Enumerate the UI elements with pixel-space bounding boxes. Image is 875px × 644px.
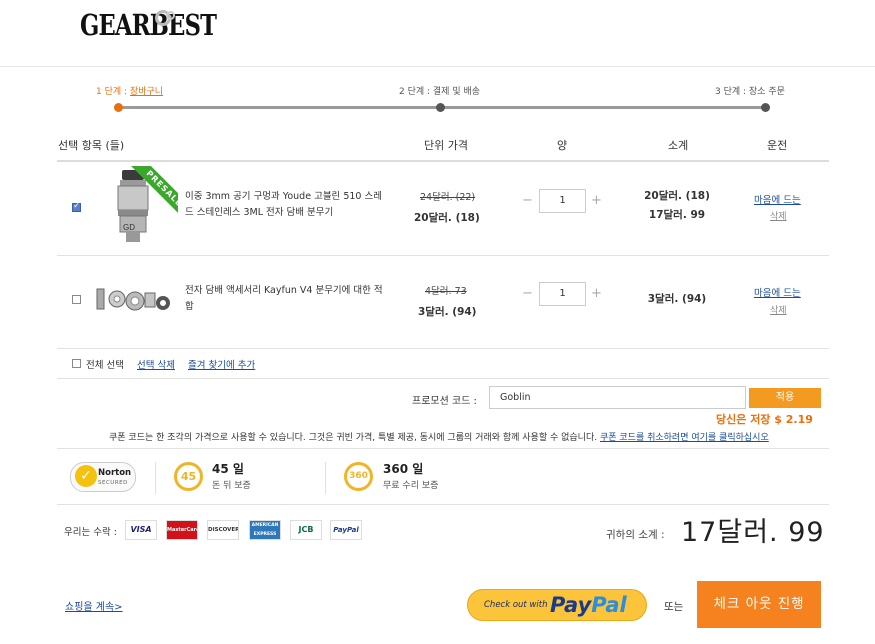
paypal-logo-pay: Pay	[550, 593, 592, 617]
paypal-logo: PayPal	[550, 593, 627, 617]
item-1-unit-price: 20달러. (18)	[414, 212, 480, 224]
item-2-name[interactable]: 전자 담배 액세서리 Kayfun V4 분무기에 대한 적합	[185, 283, 385, 315]
proceed-checkout-button[interactable]: 체크 아웃 진행	[697, 581, 821, 628]
gear-small-icon	[166, 11, 175, 20]
paypal-logo-pal: Pal	[591, 593, 627, 617]
add-to-favorites-link[interactable]: 즐겨 찾기에 추가	[188, 357, 255, 371]
header-subtotal: 소계	[668, 139, 689, 152]
item-1-delete-link[interactable]: 삭제	[770, 209, 787, 222]
select-all-checkbox[interactable]	[72, 359, 81, 368]
item-1-wishlist-link[interactable]: 마음에 드는	[754, 192, 801, 206]
bulk-divider	[57, 378, 829, 379]
checkout-steps: 1 단계 : 장바구니 2 단계 : 결제 및 배송 3 단계 : 장소 주문	[96, 84, 796, 114]
step-2: 2 단계 : 결제 및 배송	[399, 87, 481, 97]
discover-card-icon: DISCOVER	[207, 520, 239, 540]
item-2-wishlist-link[interactable]: 마음에 드는	[754, 285, 801, 299]
norton-title: Norton	[98, 468, 132, 478]
item-2-old-price: 4달러. 73	[425, 286, 467, 297]
badge-divider	[325, 462, 326, 494]
presale-badge: PRESALE	[130, 166, 178, 222]
step-1-number: 1 단계 :	[96, 87, 128, 97]
item-2-qty-plus[interactable]: +	[591, 286, 602, 301]
apply-promo-button[interactable]: 적용	[749, 388, 821, 408]
step-1-dot	[114, 103, 123, 112]
header-unit-price: 단위 가격	[424, 139, 468, 152]
norton-sub: SECURED	[98, 480, 128, 486]
step-1-label[interactable]: 장바구니	[130, 87, 163, 97]
cancel-coupon-link[interactable]: 쿠폰 코드를 취소하려면 여기를 클릭하십시오	[600, 433, 769, 443]
gearbest-logo[interactable]: GEARBEST	[80, 8, 217, 42]
promo-divider	[57, 448, 829, 449]
promo-code-input[interactable]: Goblin	[489, 386, 746, 409]
header-quantity: 양	[557, 139, 568, 152]
header: GEARBEST	[0, 0, 875, 67]
item-1-subtotal-original: 20달러. (18)	[644, 190, 710, 202]
svg-text:GD: GD	[123, 223, 135, 232]
step-3-dot	[761, 103, 770, 112]
paypal-prefix: Check out with	[484, 600, 548, 610]
money-back-sub: 돈 뒤 보증	[212, 481, 251, 491]
item-1-qty-input[interactable]: 1	[539, 189, 586, 213]
trust-divider	[57, 504, 829, 505]
money-back-title: 45 일	[212, 462, 244, 476]
row-divider	[57, 255, 829, 256]
coupon-note-text: 쿠폰 코드는 한 조각의 가격으로 사용할 수 있습니다. 그것은 귀빈 가격,…	[109, 433, 598, 443]
item-2-qty-input[interactable]: 1	[539, 282, 586, 306]
step-1[interactable]: 1 단계 : 장바구니	[96, 84, 163, 97]
item-2-delete-link[interactable]: 삭제	[770, 303, 787, 316]
item-1-subtotal-discounted: 17달러. 99	[648, 209, 706, 221]
amex-card-icon: AMERICAN EXPRESS	[249, 520, 281, 540]
item-2-subtotal: 3달러. (94)	[647, 293, 707, 305]
kayfun-parts-image[interactable]	[95, 283, 173, 315]
paypal-checkout-button[interactable]: Check out with PayPal	[467, 589, 647, 621]
item-2-checkbox[interactable]	[72, 295, 81, 304]
item-1-subtotal: 20달러. (18) 17달러. 99	[622, 187, 732, 225]
free-repair-icon: 360	[344, 462, 373, 491]
item-1-qty-plus[interactable]: +	[591, 193, 602, 208]
header-items: 선택 항목 (들)	[58, 139, 125, 152]
payment-label: 우리는 수락 :	[64, 527, 117, 538]
select-all-label[interactable]: 전체 선택	[86, 357, 124, 371]
mastercard-icon: MasterCard	[166, 520, 198, 540]
item-1-old-price: 24달러. (22)	[420, 192, 476, 203]
free-repair-title: 360 일	[383, 462, 424, 476]
cart-subtotal-value: 17달러. 99	[681, 517, 825, 548]
delete-selected-link[interactable]: 선택 삭제	[137, 357, 175, 371]
item-1-qty-minus[interactable]: −	[522, 193, 533, 208]
free-repair-sub: 무료 수리 보증	[383, 481, 439, 491]
item-2-qty-minus[interactable]: −	[522, 286, 533, 301]
presale-ribbon: PRESALE	[118, 166, 178, 222]
header-divider	[57, 160, 829, 162]
norton-check-icon: ✓	[75, 465, 97, 487]
visa-card-icon: VISA	[125, 520, 157, 540]
promo-code-label: 프로모션 코드 :	[412, 396, 477, 407]
savings-text: 당신은 저장 $ 2.19	[716, 413, 813, 426]
row-divider	[57, 348, 829, 349]
header-operation: 운전	[767, 139, 788, 152]
or-separator: 또는	[664, 601, 684, 613]
cart-subtotal-label: 귀하의 소계 :	[606, 529, 665, 541]
item-1-checkbox[interactable]	[72, 201, 81, 212]
coupon-note: 쿠폰 코드는 한 조각의 가격으로 사용할 수 있습니다. 그것은 귀빈 가격,…	[109, 430, 769, 443]
continue-shopping-link[interactable]: 쇼핑을 계속>	[65, 598, 123, 613]
item-1-name[interactable]: 이중 3mm 공기 구멍과 Youde 고블린 510 스레드 스테인레스 3M…	[185, 189, 385, 221]
money-back-icon: 45	[174, 462, 203, 491]
paypal-card-icon: PayPal	[330, 520, 362, 540]
step-2-dot	[436, 103, 445, 112]
badge-divider	[155, 462, 156, 494]
step-3: 3 단계 : 장소 주문	[715, 87, 785, 97]
norton-secured-badge: ✓ Norton SECURED	[70, 462, 136, 492]
item-2-unit-price: 3달러. (94)	[418, 306, 477, 318]
jcb-card-icon: JCB	[290, 520, 322, 540]
